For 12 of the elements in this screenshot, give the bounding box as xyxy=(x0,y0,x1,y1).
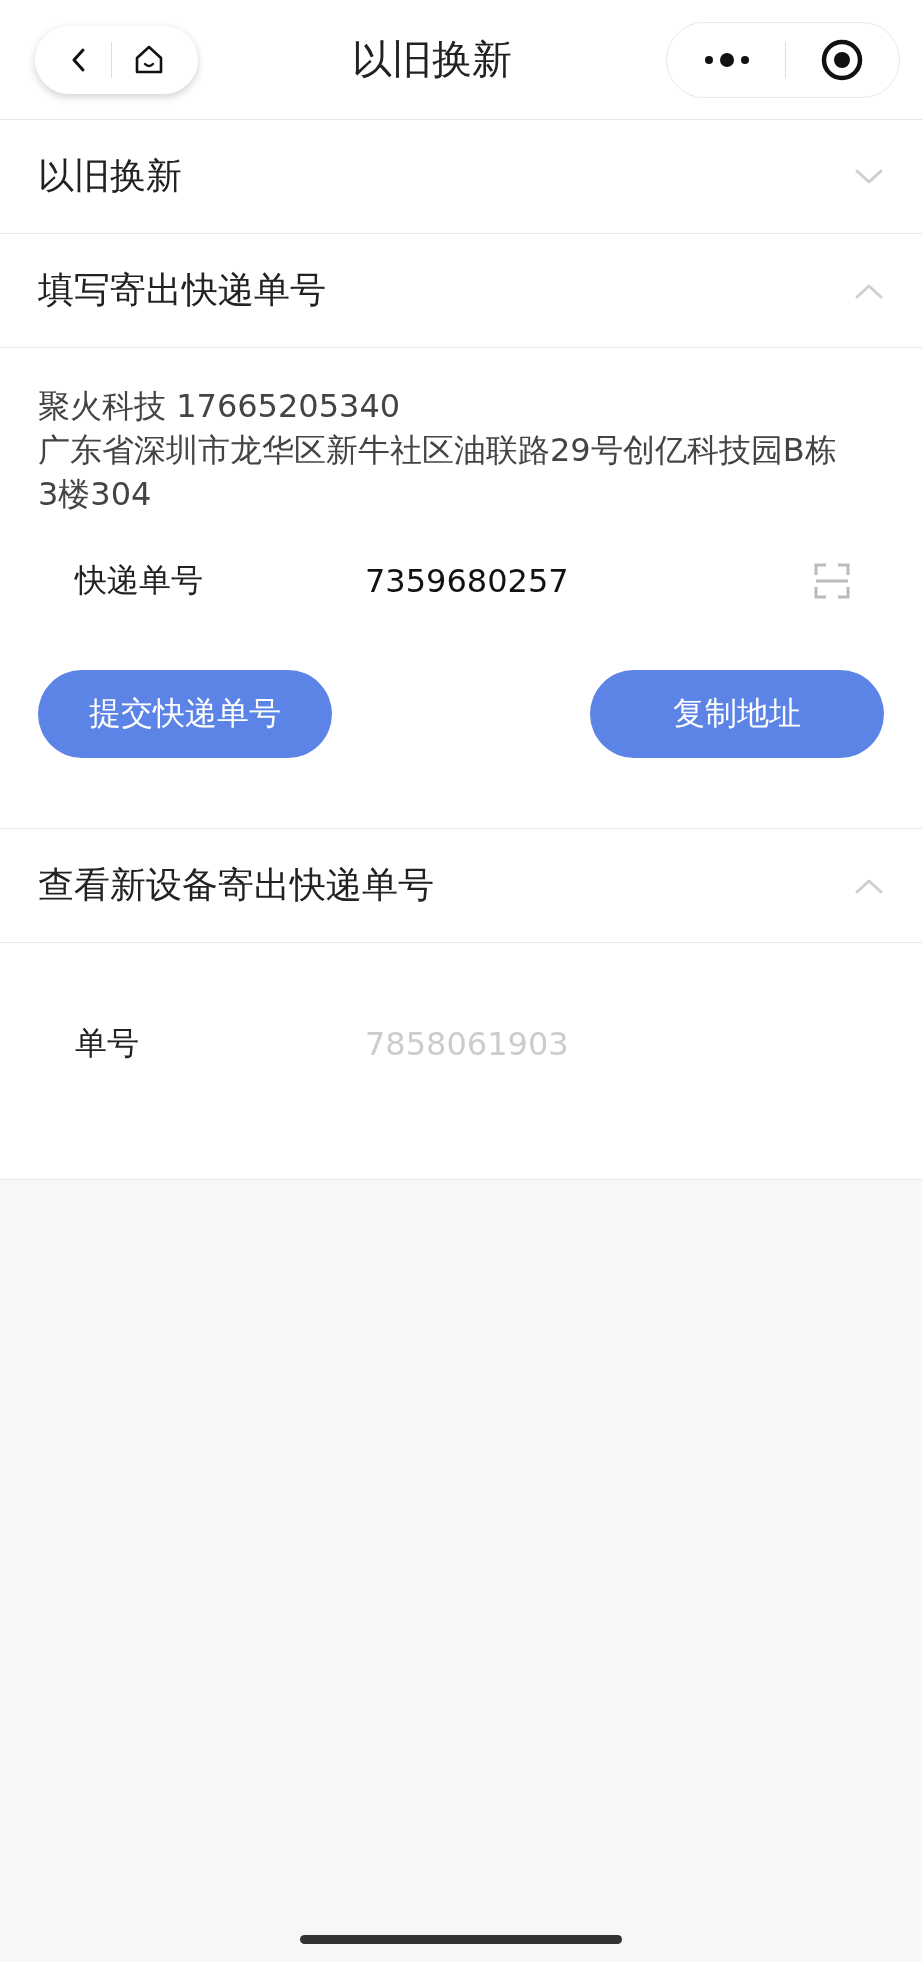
section-title[interactable]: 查看新设备寄出快递单号 xyxy=(38,861,434,910)
section-title[interactable]: 以旧换新 xyxy=(38,152,182,201)
tracking-number-field[interactable]: 7359680257 xyxy=(365,562,814,600)
field-label: 单号 xyxy=(75,1023,140,1064)
action-button[interactable]: 提交快递单号 xyxy=(38,670,332,758)
section-title[interactable]: 填写寄出快递单号 xyxy=(38,266,326,315)
contact-text: 聚火科技 17665205340 xyxy=(38,386,402,427)
action-button[interactable]: 复制地址 xyxy=(590,670,884,758)
close-icon[interactable] xyxy=(820,37,865,82)
page-title: 以旧换新 xyxy=(352,35,512,84)
field-label: 快递单号 xyxy=(75,560,204,601)
address-text: 广东省深圳市龙华区新牛社区油联路29号创亿科技园B栋3楼304 xyxy=(38,430,838,515)
